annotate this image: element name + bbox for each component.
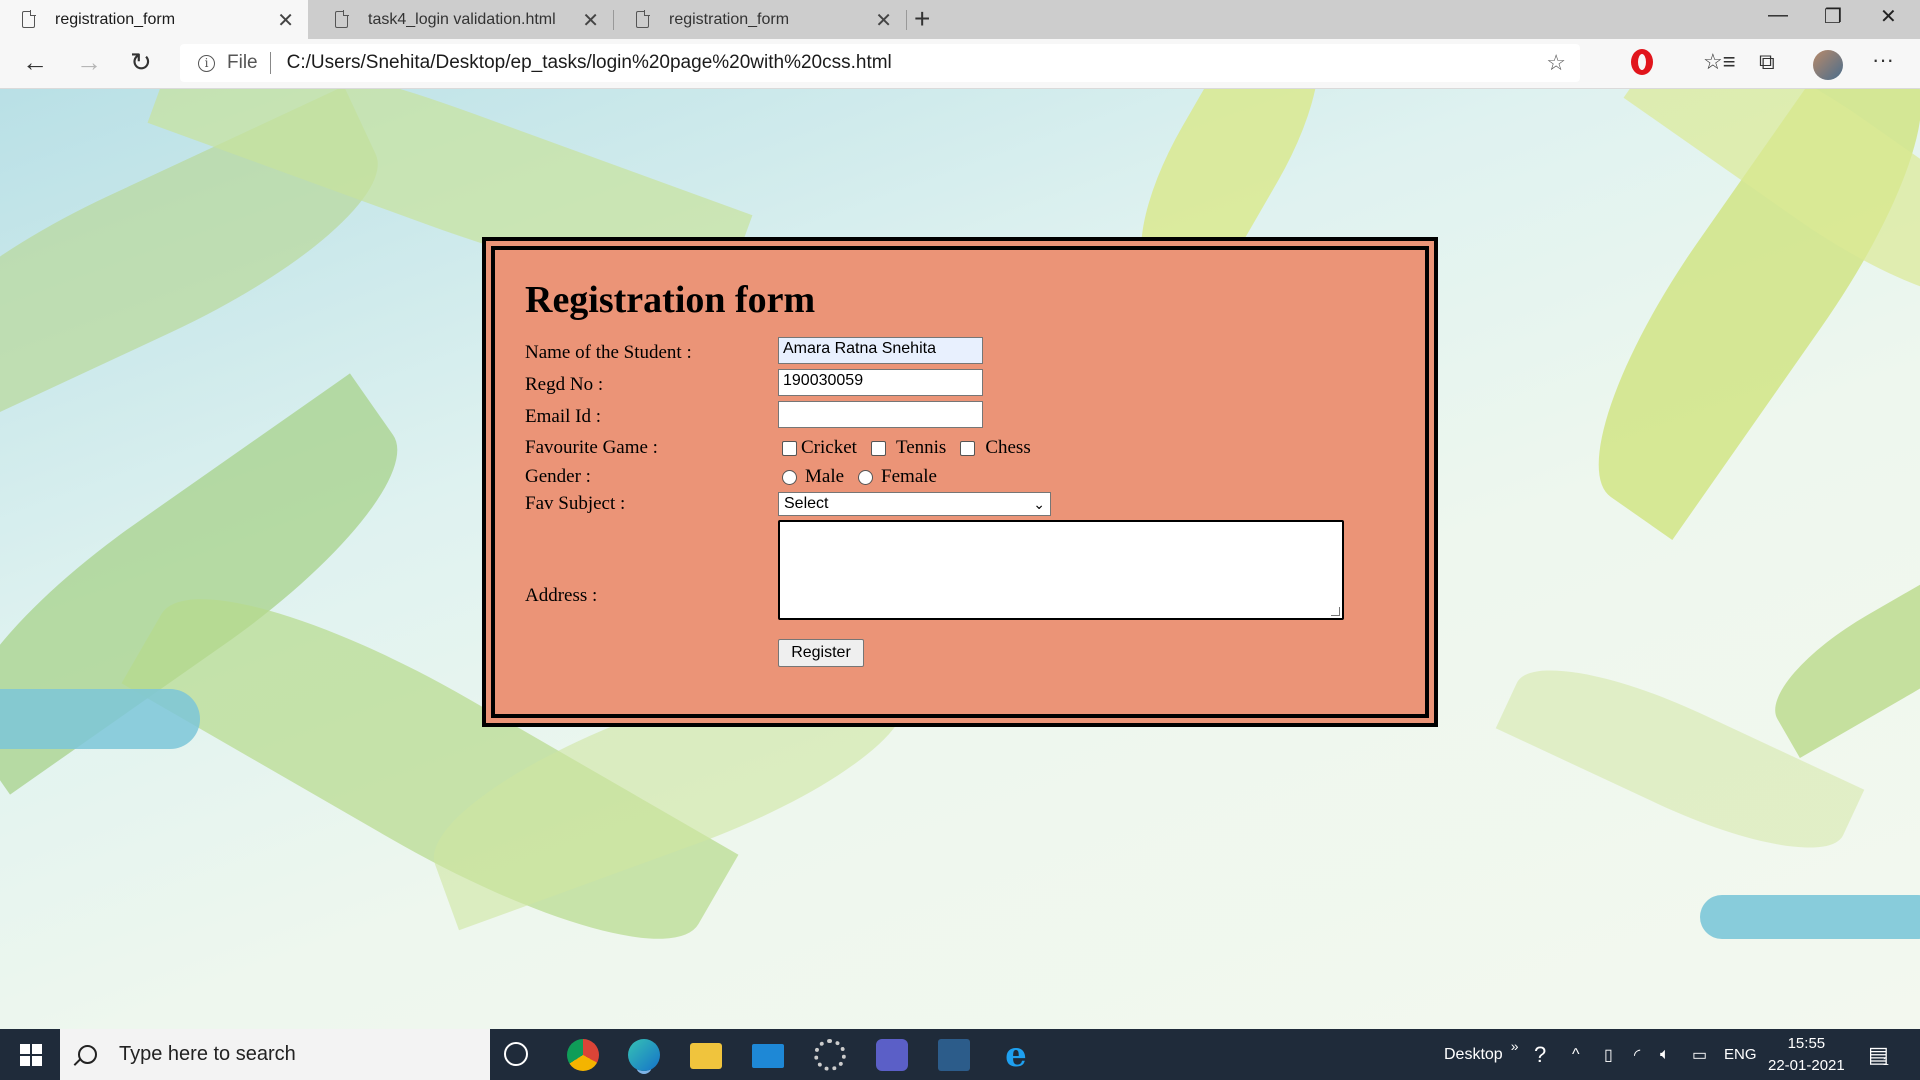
more-icon[interactable]: ··· bbox=[1872, 47, 1894, 73]
tab-divider bbox=[906, 10, 907, 30]
app-icon[interactable] bbox=[938, 1039, 970, 1071]
chrome-icon[interactable] bbox=[567, 1039, 599, 1071]
game-options: Cricket Tennis Chess bbox=[778, 437, 1041, 459]
teams-icon[interactable] bbox=[876, 1039, 908, 1071]
form-title: Registration form bbox=[525, 279, 816, 321]
desktop-toolbar[interactable]: Desktop » bbox=[1444, 1029, 1519, 1080]
document-icon bbox=[636, 10, 650, 28]
name-label: Name of the Student : bbox=[525, 342, 692, 363]
address-bar[interactable]: i File C:/Users/Snehita/Desktop/ep_tasks… bbox=[180, 44, 1580, 82]
window-close-icon[interactable]: ✕ bbox=[1880, 4, 1897, 29]
tab-registration-form[interactable]: registration_form ✕ bbox=[0, 0, 308, 39]
female-radio[interactable] bbox=[858, 469, 874, 485]
subject-select[interactable]: Select ⌄ bbox=[778, 492, 1051, 516]
tab-label: registration_form bbox=[669, 10, 790, 28]
mail-icon[interactable] bbox=[752, 1044, 784, 1068]
tennis-label: Tennis bbox=[895, 437, 947, 458]
document-icon bbox=[335, 10, 349, 28]
close-icon[interactable]: ✕ bbox=[875, 8, 892, 33]
close-icon[interactable]: ✕ bbox=[582, 8, 599, 33]
address-textarea[interactable] bbox=[778, 520, 1344, 620]
task-view-icon[interactable] bbox=[504, 1042, 528, 1066]
email-label: Email Id : bbox=[525, 406, 601, 427]
document-icon bbox=[22, 10, 36, 28]
notification-icon[interactable]: ▤ 1 bbox=[1868, 1029, 1889, 1080]
restore-icon[interactable]: ❐ bbox=[1824, 4, 1842, 29]
clock-time: 15:55 bbox=[1787, 1035, 1826, 1052]
subject-selected-value: Select bbox=[784, 495, 829, 512]
background-cloud bbox=[1700, 895, 1920, 939]
female-label: Female bbox=[881, 466, 937, 487]
page-background: Registration form Name of the Student : … bbox=[0, 89, 1920, 1029]
star-icon[interactable]: ☆ bbox=[1546, 50, 1566, 76]
info-icon[interactable]: i bbox=[198, 54, 215, 72]
email-input[interactable] bbox=[778, 401, 983, 428]
regd-label: Regd No : bbox=[525, 374, 604, 395]
chevron-down-icon: ⌄ bbox=[1033, 495, 1045, 512]
settings-icon[interactable] bbox=[814, 1039, 846, 1071]
refresh-icon[interactable]: ↻ bbox=[130, 47, 152, 78]
device-icon[interactable]: ▯ bbox=[1604, 1029, 1613, 1080]
gender-label: Gender : bbox=[525, 466, 591, 487]
regd-input[interactable]: 190030059 bbox=[778, 369, 983, 396]
back-icon[interactable]: ← bbox=[22, 47, 48, 78]
search-icon bbox=[78, 1045, 97, 1064]
register-button[interactable]: Register bbox=[778, 639, 864, 667]
minimize-icon[interactable]: — bbox=[1768, 4, 1788, 27]
chess-checkbox[interactable] bbox=[960, 440, 976, 456]
network-icon[interactable]: ◜ bbox=[1634, 1029, 1640, 1080]
address-label: Address : bbox=[525, 585, 598, 606]
opera-icon[interactable] bbox=[1631, 49, 1653, 75]
avatar[interactable] bbox=[1813, 50, 1843, 80]
taskbar-search[interactable]: Type here to search bbox=[60, 1029, 490, 1080]
close-icon[interactable]: ✕ bbox=[277, 8, 294, 33]
url-text[interactable]: C:/Users/Snehita/Desktop/ep_tasks/login%… bbox=[287, 52, 892, 74]
male-radio[interactable] bbox=[782, 469, 797, 485]
battery-icon[interactable]: ▭ bbox=[1692, 1029, 1707, 1080]
tab-bar: registration_form ✕ task4_login validati… bbox=[0, 0, 1920, 39]
gender-options: Male Female bbox=[778, 466, 947, 488]
new-tab-icon[interactable]: + bbox=[914, 3, 930, 35]
tennis-checkbox[interactable] bbox=[870, 440, 886, 456]
cricket-label: Cricket bbox=[801, 437, 857, 458]
collections-icon[interactable]: ⧉ bbox=[1759, 49, 1775, 75]
cricket-checkbox[interactable] bbox=[782, 440, 797, 456]
taskbar: Type here to search e Desktop » ? ^ ▯ ◜ … bbox=[0, 1029, 1920, 1080]
desktop-label: Desktop bbox=[1444, 1045, 1503, 1063]
help-icon[interactable]: ? bbox=[1534, 1029, 1546, 1080]
tab-label: task4_login validation.html bbox=[368, 10, 556, 28]
form-inner-border: Registration form Name of the Student : … bbox=[491, 246, 1429, 718]
tab-task4-login[interactable]: task4_login validation.html ✕ bbox=[313, 0, 613, 39]
chevron-up-icon[interactable]: ^ bbox=[1572, 1029, 1580, 1080]
male-label: Male bbox=[805, 466, 845, 487]
tab-label: registration_form bbox=[55, 10, 176, 28]
windows-start-icon[interactable] bbox=[20, 1044, 42, 1066]
name-input[interactable]: Amara Ratna Snehita bbox=[778, 337, 983, 364]
address-divider bbox=[269, 52, 271, 74]
subject-label: Fav Subject : bbox=[525, 493, 626, 514]
notification-count: 1 bbox=[1882, 1055, 1889, 1068]
forward-icon[interactable]: → bbox=[76, 47, 102, 78]
background-cloud bbox=[0, 689, 200, 749]
chess-label: Chess bbox=[985, 437, 1031, 458]
edge-icon[interactable] bbox=[628, 1039, 660, 1071]
browser-toolbar: ← → ↻ i File C:/Users/Snehita/Desktop/ep… bbox=[0, 39, 1920, 89]
registration-form: Registration form Name of the Student : … bbox=[482, 237, 1438, 727]
chevron-right-icon: » bbox=[1510, 1037, 1519, 1054]
search-placeholder: Type here to search bbox=[119, 1043, 296, 1065]
favorites-icon[interactable]: ☆≡ bbox=[1703, 49, 1736, 75]
clock[interactable]: 15:55 22-01-2021 bbox=[1768, 1033, 1845, 1077]
language-indicator[interactable]: ENG bbox=[1724, 1029, 1757, 1080]
volume-icon[interactable]: 🔈︎ bbox=[1660, 1029, 1670, 1080]
internet-explorer-icon[interactable]: e bbox=[1000, 1038, 1032, 1072]
file-explorer-icon[interactable] bbox=[690, 1043, 722, 1069]
tab-registration-form-2[interactable]: registration_form ✕ bbox=[614, 0, 906, 39]
background-leaf bbox=[1754, 550, 1920, 758]
scheme-label: File bbox=[227, 52, 258, 73]
game-label: Favourite Game : bbox=[525, 437, 658, 458]
clock-date: 22-01-2021 bbox=[1768, 1057, 1845, 1074]
